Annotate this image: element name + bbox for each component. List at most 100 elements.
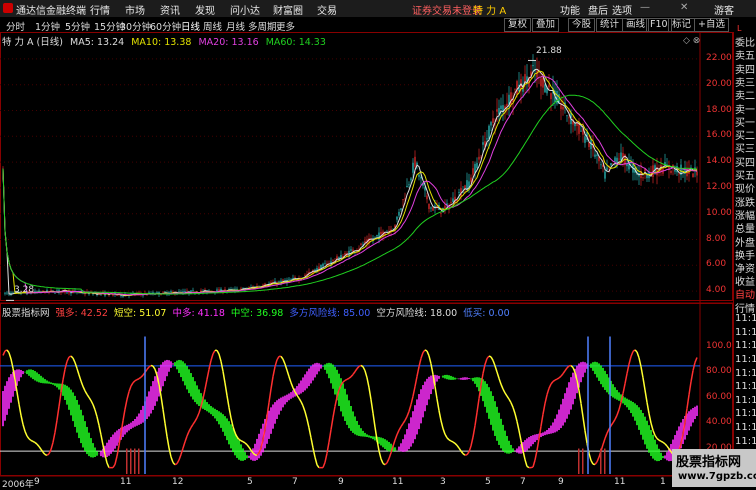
tool-biaoji[interactable]: 标记: [668, 18, 695, 32]
menu-gongneng[interactable]: 功能: [560, 2, 580, 17]
fast-line-segment: [591, 460, 593, 464]
candle-body: [642, 177, 643, 178]
fast-line-segment: [647, 402, 649, 413]
fast-line-segment: [381, 459, 383, 464]
menu-zixun[interactable]: 资讯: [160, 2, 180, 17]
fast-line-segment: [427, 351, 429, 356]
period-daily[interactable]: 日线: [181, 19, 200, 33]
menu-wenxiaoda[interactable]: 问小达: [230, 2, 260, 17]
current-stock: 特 力 A: [473, 2, 506, 17]
minimize-icon[interactable]: —: [640, 2, 650, 13]
fast-line-segment: [125, 399, 127, 409]
price-axis-tick: 8.00: [706, 234, 726, 244]
period-weekly[interactable]: 周线: [203, 19, 222, 33]
fast-line-segment: [549, 384, 551, 388]
fast-line-segment: [281, 356, 283, 359]
time-axis-tick: 7: [520, 477, 526, 487]
menu-jiaoyi[interactable]: 交易: [317, 2, 337, 17]
tool-tongji[interactable]: 统计: [596, 18, 623, 32]
menu-xuanxiang[interactable]: 选项: [612, 2, 632, 17]
candle-body: [418, 175, 419, 177]
period-monthly[interactable]: 月线: [226, 19, 245, 33]
fast-line-segment: [369, 387, 371, 399]
candle-body: [514, 89, 515, 90]
fast-line-segment: [271, 377, 273, 389]
fast-line-segment: [413, 387, 415, 397]
fast-line-segment: [373, 413, 375, 427]
fast-line-segment: [313, 448, 315, 457]
period-multi[interactable]: 多周期: [248, 19, 277, 33]
fast-line-segment: [495, 366, 497, 372]
candle-body: [584, 136, 585, 143]
fast-line-segment: [493, 360, 495, 365]
tool-add-favorite[interactable]: +自选: [694, 18, 729, 32]
fast-line-segment: [123, 409, 125, 421]
low-buy-bar: [130, 449, 132, 474]
menu-panhou[interactable]: 盘后: [588, 2, 608, 17]
close-icon[interactable]: ✕: [680, 2, 688, 13]
time-axis-tick: 1: [660, 477, 666, 487]
candle-body: [6, 293, 7, 294]
fast-line-segment: [411, 396, 413, 404]
fast-line-segment: [305, 412, 307, 419]
login-notice[interactable]: 证券交易未登录: [412, 2, 482, 17]
candle-body: [452, 198, 453, 202]
tool-jingu[interactable]: 今股: [568, 18, 595, 32]
fast-line-segment: [393, 440, 395, 446]
fast-line-segment: [445, 434, 447, 438]
price-axis-tick: 12.00: [706, 182, 732, 192]
fast-line-segment: [457, 445, 459, 448]
fast-line-segment: [629, 356, 631, 364]
candle-body: [430, 208, 431, 209]
fast-line-segment: [371, 400, 373, 414]
candle-body: [516, 81, 517, 94]
period-5min[interactable]: 5分钟: [65, 19, 90, 33]
fast-line-segment: [207, 369, 209, 379]
period-1min[interactable]: 1分钟: [35, 19, 60, 33]
side-panel-label: 11:1: [735, 436, 756, 447]
tool-fuquan[interactable]: 复权: [504, 18, 531, 32]
menu-hangqing[interactable]: 行情: [90, 2, 110, 17]
candle-body: [432, 207, 433, 210]
fast-line-segment: [655, 435, 657, 438]
time-axis-tick: 11: [120, 477, 131, 487]
fast-line-segment: [19, 404, 21, 415]
period-60min[interactable]: 60分钟: [150, 19, 181, 33]
fast-line-segment: [163, 409, 165, 423]
candle-body: [164, 291, 165, 292]
fast-line-segment: [11, 359, 13, 368]
fast-line-segment: [507, 396, 509, 399]
candle-body: [200, 290, 201, 291]
side-panel-label: 11:1: [735, 313, 756, 324]
fast-line-segment: [489, 356, 491, 357]
menu-faxian[interactable]: 发现: [195, 2, 215, 17]
candle-body: [408, 184, 409, 185]
fast-line-segment: [573, 368, 575, 373]
period-30min[interactable]: 30分钟: [120, 19, 151, 33]
candle-body: [116, 295, 117, 296]
fast-line-segment: [151, 366, 153, 367]
candle-body: [396, 217, 397, 220]
fast-line-segment: [403, 420, 405, 423]
fast-line-segment: [21, 415, 23, 424]
indicator-axis-tick: 80.00: [706, 366, 732, 376]
guest-label[interactable]: 游客: [714, 2, 734, 17]
fast-line-segment: [291, 383, 293, 388]
menu-caifuquan[interactable]: 财富圈: [273, 2, 303, 17]
tool-diejia[interactable]: 叠加: [532, 18, 559, 32]
fast-line-segment: [53, 432, 55, 442]
fast-line-segment: [41, 449, 43, 452]
fast-line-segment: [195, 418, 197, 422]
chart-area[interactable]: [0, 32, 733, 487]
candle-body: [294, 277, 295, 278]
candle-body: [122, 296, 123, 297]
price-axis-tick: 20.00: [706, 79, 732, 89]
candle-body: [492, 118, 493, 123]
tool-huaxian[interactable]: 画线: [622, 18, 649, 32]
period-more[interactable]: 更多: [276, 19, 295, 33]
menu-shichang[interactable]: 市场: [125, 2, 145, 17]
period-fenshi[interactable]: 分时: [6, 19, 25, 33]
fast-line-segment: [203, 389, 205, 398]
time-axis-tick: 9: [338, 477, 344, 487]
fast-line-segment: [625, 374, 627, 384]
